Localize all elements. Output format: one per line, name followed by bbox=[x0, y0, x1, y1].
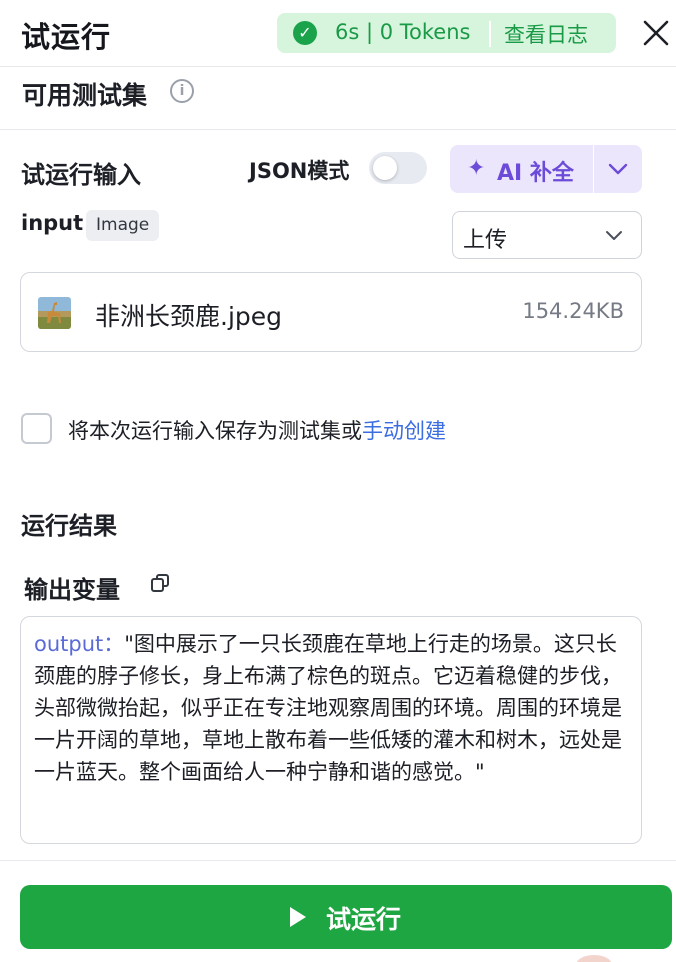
chevron-down-icon[interactable] bbox=[594, 145, 642, 193]
input-param-name: input bbox=[21, 211, 84, 235]
panel-title: 试运行 bbox=[21, 20, 112, 54]
panel-header: 试运行 ✓ 6s | 0 Tokens 查看日志 bbox=[0, 0, 676, 66]
upload-mode-value: 上传 bbox=[463, 228, 508, 253]
ai-complete-label: AI 补全 bbox=[497, 161, 574, 186]
save-as-testset-text: 将本次运行输入保存为测试集或手动创建 bbox=[68, 415, 446, 445]
input-type-badge: Image bbox=[86, 210, 160, 241]
toggle-knob bbox=[373, 156, 397, 180]
available-testsets-label: 可用测试集 bbox=[22, 81, 148, 110]
run-test-button[interactable]: 试运行 bbox=[20, 885, 672, 949]
upload-mode-select[interactable]: 上传 bbox=[452, 211, 642, 259]
file-name: 非洲长颈鹿.jpeg bbox=[95, 302, 283, 331]
output-display: output："图中展示了一只长颈鹿在草地上行走的场景。这只长颈鹿的脖子修长，身… bbox=[20, 616, 642, 844]
file-size: 154.24KB bbox=[522, 299, 624, 323]
chevron-down-icon bbox=[606, 231, 622, 240]
ai-complete-split-button: ✦ AI 补全 bbox=[450, 145, 642, 193]
floating-avatar-edge bbox=[576, 955, 612, 962]
manual-create-link[interactable]: 手动创建 bbox=[362, 419, 446, 443]
save-as-testset-checkbox[interactable] bbox=[21, 413, 52, 444]
json-mode-label: JSON模式 bbox=[249, 159, 350, 183]
save-as-testset-label: 将本次运行输入保存为测试集或 bbox=[68, 419, 362, 443]
success-check-icon: ✓ bbox=[293, 21, 317, 45]
run-stats: 6s | 0 Tokens bbox=[335, 20, 471, 44]
run-result-label: 运行结果 bbox=[21, 512, 117, 540]
json-mode-toggle[interactable] bbox=[369, 152, 427, 184]
run-test-label: 试运行 bbox=[326, 905, 402, 934]
uploaded-file-card[interactable]: 非洲长颈鹿.jpeg 154.24KB bbox=[20, 272, 642, 352]
copy-icon[interactable] bbox=[150, 573, 170, 593]
output-text: output："图中展示了一只长颈鹿在草地上行走的场景。这只长颈鹿的脖子修长，身… bbox=[34, 628, 631, 788]
info-icon[interactable]: i bbox=[170, 79, 194, 103]
view-log-link[interactable]: 查看日志 bbox=[504, 19, 588, 49]
output-variables-label: 输出变量 bbox=[24, 576, 120, 604]
image-thumbnail bbox=[38, 297, 71, 329]
output-key: output： bbox=[34, 632, 125, 656]
play-icon bbox=[290, 907, 306, 927]
test-run-panel: 试运行 ✓ 6s | 0 Tokens 查看日志 可用测试集 i 试运行输入 J… bbox=[0, 0, 676, 962]
close-icon[interactable] bbox=[640, 17, 672, 49]
available-testsets-row[interactable]: 可用测试集 i bbox=[0, 66, 676, 130]
ai-complete-button[interactable]: ✦ AI 补全 bbox=[450, 145, 593, 193]
footer-divider bbox=[0, 860, 676, 861]
sparkle-icon: ✦ bbox=[467, 156, 486, 181]
status-divider bbox=[489, 21, 491, 47]
run-input-label: 试运行输入 bbox=[21, 161, 141, 189]
